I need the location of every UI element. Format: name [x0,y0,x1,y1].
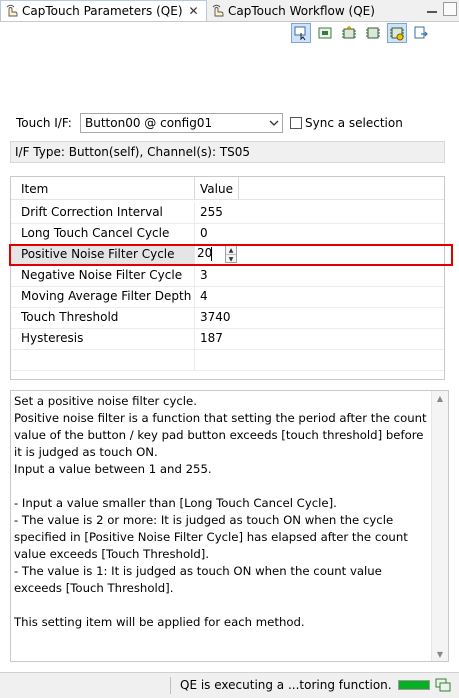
tab-label: CapTouch Workflow (QE) [228,3,375,18]
status-bar: QE is executing a ...toring function. [0,672,459,698]
sync-selection-label: Sync a selection [305,116,403,130]
row-item: Negative Noise Filter Cycle [21,268,183,282]
description-line: - The value is 2 or more: It is judged a… [14,513,394,527]
row-value[interactable]: 4 [200,289,208,303]
chip-add-button[interactable] [339,23,359,43]
maximize-icon[interactable] [443,2,457,16]
sync-selection-checkbox[interactable]: Sync a selection [290,116,403,130]
editor-tab-bar: CapTouch Parameters (QE) ✕ CapTouch Work… [0,0,459,22]
description-line: specified in [Positive Noise Filter Cycl… [14,530,408,544]
chip-add-icon [342,26,356,39]
description-line: - The value is 1: It is judged as touch … [14,564,382,578]
scroll-down-icon[interactable]: ▼ [432,647,448,661]
row-item: Moving Average Filter Depth [21,289,192,303]
row-item: Drift Correction Interval [21,205,163,219]
description-line: Input a value between 1 and 255. [14,462,212,476]
board-button[interactable] [315,23,335,43]
board-icon [318,27,332,39]
captouch-icon [6,4,18,17]
row-value[interactable]: 0 [200,226,208,240]
parameter-table: Item Value Drift Correction Interval 255… [10,176,445,380]
column-header-item[interactable]: Item [21,182,48,196]
description-line: it is judged as touch ON. [14,445,158,459]
tab-captouch-parameters[interactable]: CapTouch Parameters (QE) ✕ [0,0,207,21]
chevron-down-icon[interactable] [265,114,282,132]
row-value[interactable]: 3740 [200,310,231,324]
column-header-value[interactable]: Value [200,182,233,196]
vertical-scrollbar[interactable]: ▲ ▼ [431,391,448,661]
view-controls [425,2,457,16]
output-button[interactable] [411,23,431,43]
close-icon[interactable]: ✕ [189,4,199,18]
description-line: Positive noise filter is a function that… [14,411,427,425]
description-line: This setting item will be applied for ea… [14,615,305,629]
monitor-toggle-icon [294,26,306,41]
captouch-icon [212,4,224,16]
row-item: Hysteresis [21,331,84,345]
minimize-icon[interactable] [425,2,439,16]
table-row[interactable]: Touch Threshold 3740 [11,307,444,329]
description-line: exceeds [Touch Threshold]. [14,581,174,595]
status-text: QE is executing a ...toring function. [180,678,392,692]
row-item: Long Touch Cancel Cycle [21,226,170,240]
table-row[interactable]: Negative Noise Filter Cycle 3 [11,265,444,287]
description-line: - Input a value smaller than [Long Touch… [14,496,337,510]
row-value[interactable]: 187 [200,331,223,345]
selected-row-highlight [9,244,453,266]
description-line: Set a positive noise filter cycle. [14,394,197,408]
touch-if-select[interactable]: Button00 @ config01 [80,113,283,133]
description-line: value exceeds [Touch Threshold]. [14,547,210,561]
chip-settings-icon [390,27,404,41]
touch-if-label: Touch I/F: [16,116,72,130]
chip-icon [366,27,380,39]
table-header: Item Value [11,177,444,200]
monitor-toggle-button[interactable] [291,23,311,43]
table-row[interactable]: Hysteresis 187 [11,328,444,350]
row-value[interactable]: 3 [200,268,208,282]
row-item: Touch Threshold [21,310,119,324]
checkbox[interactable] [290,117,302,129]
row-value[interactable]: 255 [200,205,223,219]
table-row[interactable]: Moving Average Filter Depth 4 [11,286,444,308]
chip-button[interactable] [363,23,383,43]
chip-settings-button[interactable] [387,23,407,43]
table-row[interactable]: Long Touch Cancel Cycle 0 [11,223,444,245]
table-row-empty [11,349,444,371]
description-line: value of the button / key pad button exc… [14,428,424,442]
view-toolbar [291,23,431,43]
description-panel: Set a positive noise filter cycle. Positi… [10,390,449,662]
tab-captouch-workflow[interactable]: CapTouch Workflow (QE) [207,0,383,21]
tab-label: CapTouch Parameters (QE) [22,4,183,18]
progress-bar [398,680,430,690]
if-type-text: I/F Type: Button(self), Channel(s): TS05 [15,145,251,159]
touch-if-selected-value: Button00 @ config01 [85,116,213,130]
scroll-up-icon[interactable]: ▲ [432,391,448,405]
if-type-info: I/F Type: Button(self), Channel(s): TS05 [10,141,445,163]
progress-view-icon[interactable] [435,678,451,692]
table-row[interactable]: Drift Correction Interval 255 [11,202,444,224]
output-icon [414,26,428,39]
